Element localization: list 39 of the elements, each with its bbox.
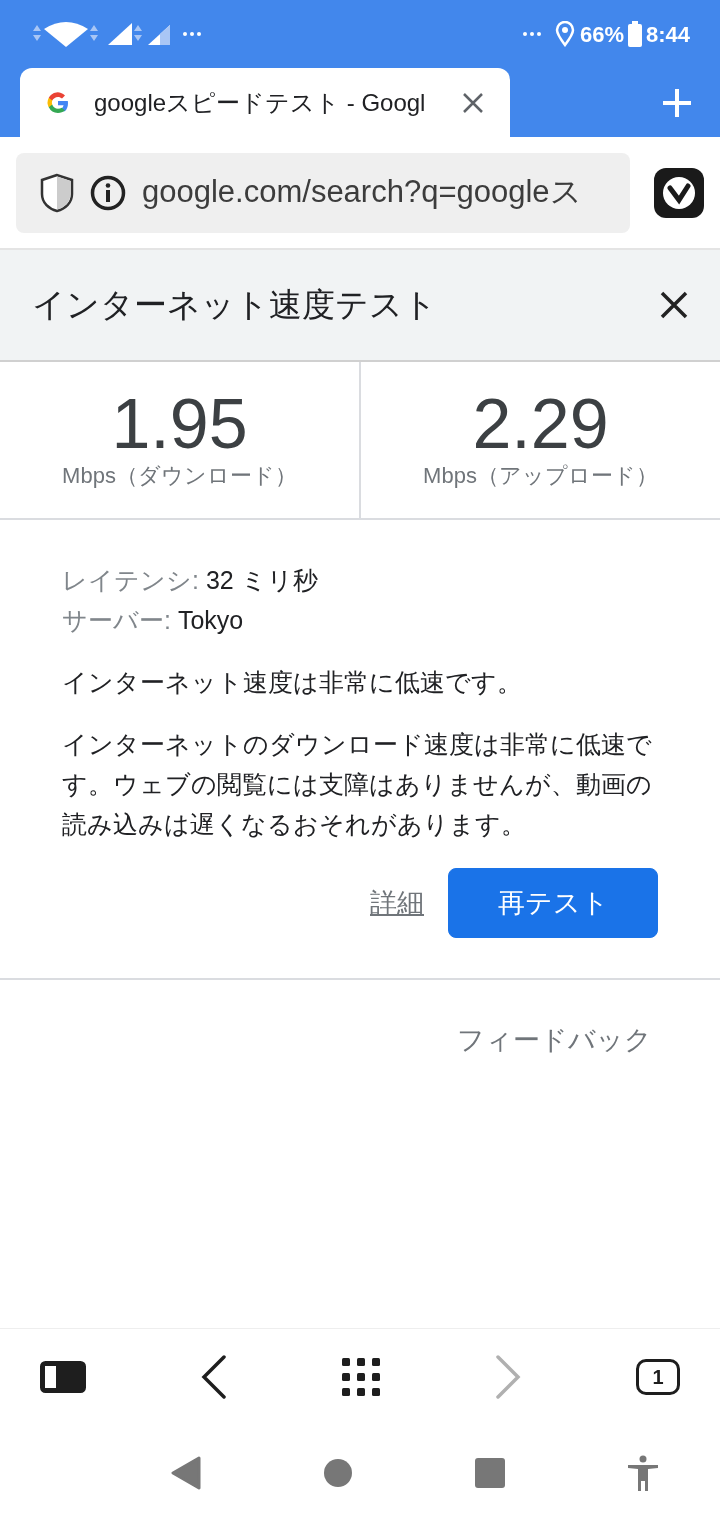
widget-title: インターネット速度テスト [32, 285, 437, 326]
speed-unit: Mbps（アップロード） [423, 461, 658, 490]
detail-label: サーバー: [62, 606, 171, 634]
tab-title: googleスピードテスト - Googl [94, 87, 427, 118]
address-bar[interactable]: google.com/search?q=googleス [16, 152, 630, 233]
detail-label: レイテンシ: [62, 566, 199, 594]
speed-summary: インターネット速度は非常に低速です。 [62, 667, 523, 698]
speed-description: インターネットのダウンロード速度は非常に低速です。ウェブの閲覧には支障はありませんが、動画の読み込みは遅くなるおそれがあります。 [62, 729, 653, 840]
wifi-icon [30, 21, 100, 47]
speed-value: 2.29 [472, 388, 609, 459]
location-icon [553, 21, 576, 47]
shield-icon [40, 172, 74, 213]
detail-value: Tokyo [176, 606, 244, 634]
favicon-icon [46, 90, 70, 115]
recents-icon[interactable] [475, 1457, 505, 1488]
battery-percent: 66% [579, 20, 624, 49]
close-icon[interactable] [462, 91, 484, 114]
speed-value: 1.95 [111, 388, 248, 459]
apps-grid-icon[interactable] [342, 1358, 380, 1396]
browser-tab[interactable]: googleスピードテスト - Googl [20, 68, 510, 137]
details-link[interactable]: 詳細 [346, 882, 448, 924]
browser-menu-icon[interactable] [654, 167, 704, 218]
tab-count-button[interactable]: 1 [636, 1359, 680, 1395]
panel-icon[interactable] [40, 1361, 86, 1393]
detail-value: 32 ミリ秒 [204, 566, 318, 594]
battery-icon [627, 21, 642, 47]
retest-button[interactable]: 再テスト [448, 868, 658, 938]
speed-unit: Mbps（ダウンロード） [62, 461, 297, 490]
url-text: google.com/search?q=googleス [142, 173, 582, 212]
close-icon[interactable] [660, 291, 688, 319]
accessibility-icon[interactable] [627, 1454, 659, 1491]
new-tab-icon[interactable] [662, 87, 692, 118]
home-icon[interactable] [323, 1457, 353, 1488]
more-icon [182, 31, 202, 37]
back-icon[interactable] [201, 1355, 227, 1399]
more-icon [521, 31, 542, 37]
info-icon[interactable] [90, 174, 126, 211]
feedback-link[interactable]: フィードバック [0, 980, 720, 1061]
clock: 8:44 [645, 20, 690, 49]
